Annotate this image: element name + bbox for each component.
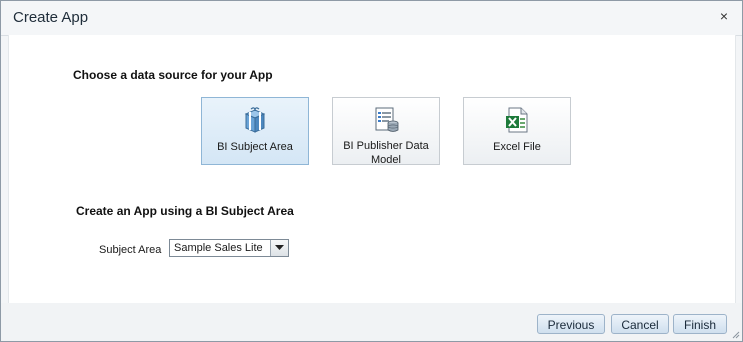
- dialog-title: Create App: [13, 9, 89, 26]
- dialog-titlebar: Create App ×: [1, 1, 742, 36]
- subject-area-select[interactable]: Sample Sales Lite: [169, 239, 289, 257]
- resize-grip-icon[interactable]: [732, 331, 740, 339]
- gift-box-icon: [202, 104, 308, 136]
- tile-bi-publisher-data-model[interactable]: BI Publisher Data Model: [332, 97, 440, 166]
- dialog-content: Choose a data source for your App BI Sub…: [8, 35, 736, 303]
- choose-source-heading: Choose a data source for your App: [73, 68, 273, 82]
- subject-area-label: Subject Area: [99, 244, 162, 256]
- tile-excel-file[interactable]: Excel File: [463, 97, 571, 165]
- tile-label: BI Publisher Data Model: [343, 140, 429, 166]
- chevron-down-icon[interactable]: [270, 240, 288, 256]
- previous-button[interactable]: Previous: [537, 314, 605, 334]
- create-app-dialog: Create App × Choose a data source for yo…: [0, 0, 743, 342]
- create-app-heading: Create an App using a BI Subject Area: [76, 204, 294, 218]
- tile-label: Excel File: [493, 141, 541, 153]
- finish-button[interactable]: Finish: [673, 314, 727, 334]
- data-model-icon: [333, 104, 439, 136]
- tile-bi-subject-area[interactable]: BI Subject Area: [201, 97, 309, 165]
- cancel-button[interactable]: Cancel: [611, 314, 669, 334]
- tile-label: BI Subject Area: [217, 141, 293, 153]
- close-icon[interactable]: ×: [720, 8, 728, 24]
- dialog-footer: Previous Cancel Finish: [1, 303, 742, 341]
- excel-file-icon: [464, 104, 570, 136]
- subject-area-value: Sample Sales Lite: [174, 242, 263, 254]
